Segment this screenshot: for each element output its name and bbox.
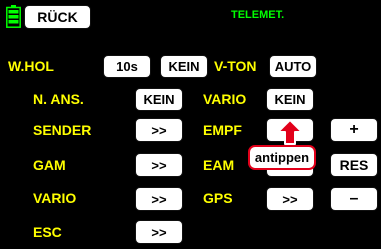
n-ans-button[interactable]: KEIN bbox=[135, 88, 183, 111]
esc-label: ESC bbox=[33, 224, 62, 240]
minus-button[interactable]: – bbox=[330, 187, 378, 211]
sender-label: SENDER bbox=[33, 122, 92, 138]
gps-button[interactable]: >> bbox=[266, 187, 314, 211]
n-ans-label: N. ANS. bbox=[33, 91, 84, 107]
empf-label: EMPF bbox=[203, 122, 242, 138]
gam-label: GAM bbox=[33, 157, 66, 173]
hint-label: antippen bbox=[248, 145, 316, 170]
sender-button[interactable]: >> bbox=[135, 118, 183, 142]
vario-right-button[interactable]: KEIN bbox=[266, 88, 314, 111]
vario-left-label: VARIO bbox=[33, 190, 77, 206]
battery-icon bbox=[6, 5, 21, 28]
back-button[interactable]: RÜCK bbox=[24, 5, 91, 29]
arrow-up-icon bbox=[277, 119, 303, 145]
vario-left-button[interactable]: >> bbox=[135, 187, 183, 211]
esc-button[interactable]: >> bbox=[135, 220, 183, 244]
whol-interval-button[interactable]: 10s bbox=[103, 55, 151, 78]
vton-label: V-TON bbox=[214, 58, 257, 74]
whol-label: W.HOL bbox=[8, 58, 54, 74]
res-button[interactable]: RES bbox=[330, 153, 378, 177]
screen-title: TELEMET. bbox=[231, 9, 285, 21]
vton-button[interactable]: AUTO bbox=[269, 55, 317, 78]
gam-button[interactable]: >> bbox=[135, 153, 183, 177]
plus-button[interactable]: + bbox=[330, 118, 378, 142]
vario-right-label: VARIO bbox=[203, 91, 247, 107]
eam-label: EAM bbox=[203, 157, 235, 173]
whol-mode-button[interactable]: KEIN bbox=[160, 55, 208, 78]
telemetry-screen: RÜCK TELEMET. W.HOL 10s KEIN V-TON AUTO … bbox=[0, 0, 381, 249]
gps-label: GPS bbox=[203, 190, 233, 206]
